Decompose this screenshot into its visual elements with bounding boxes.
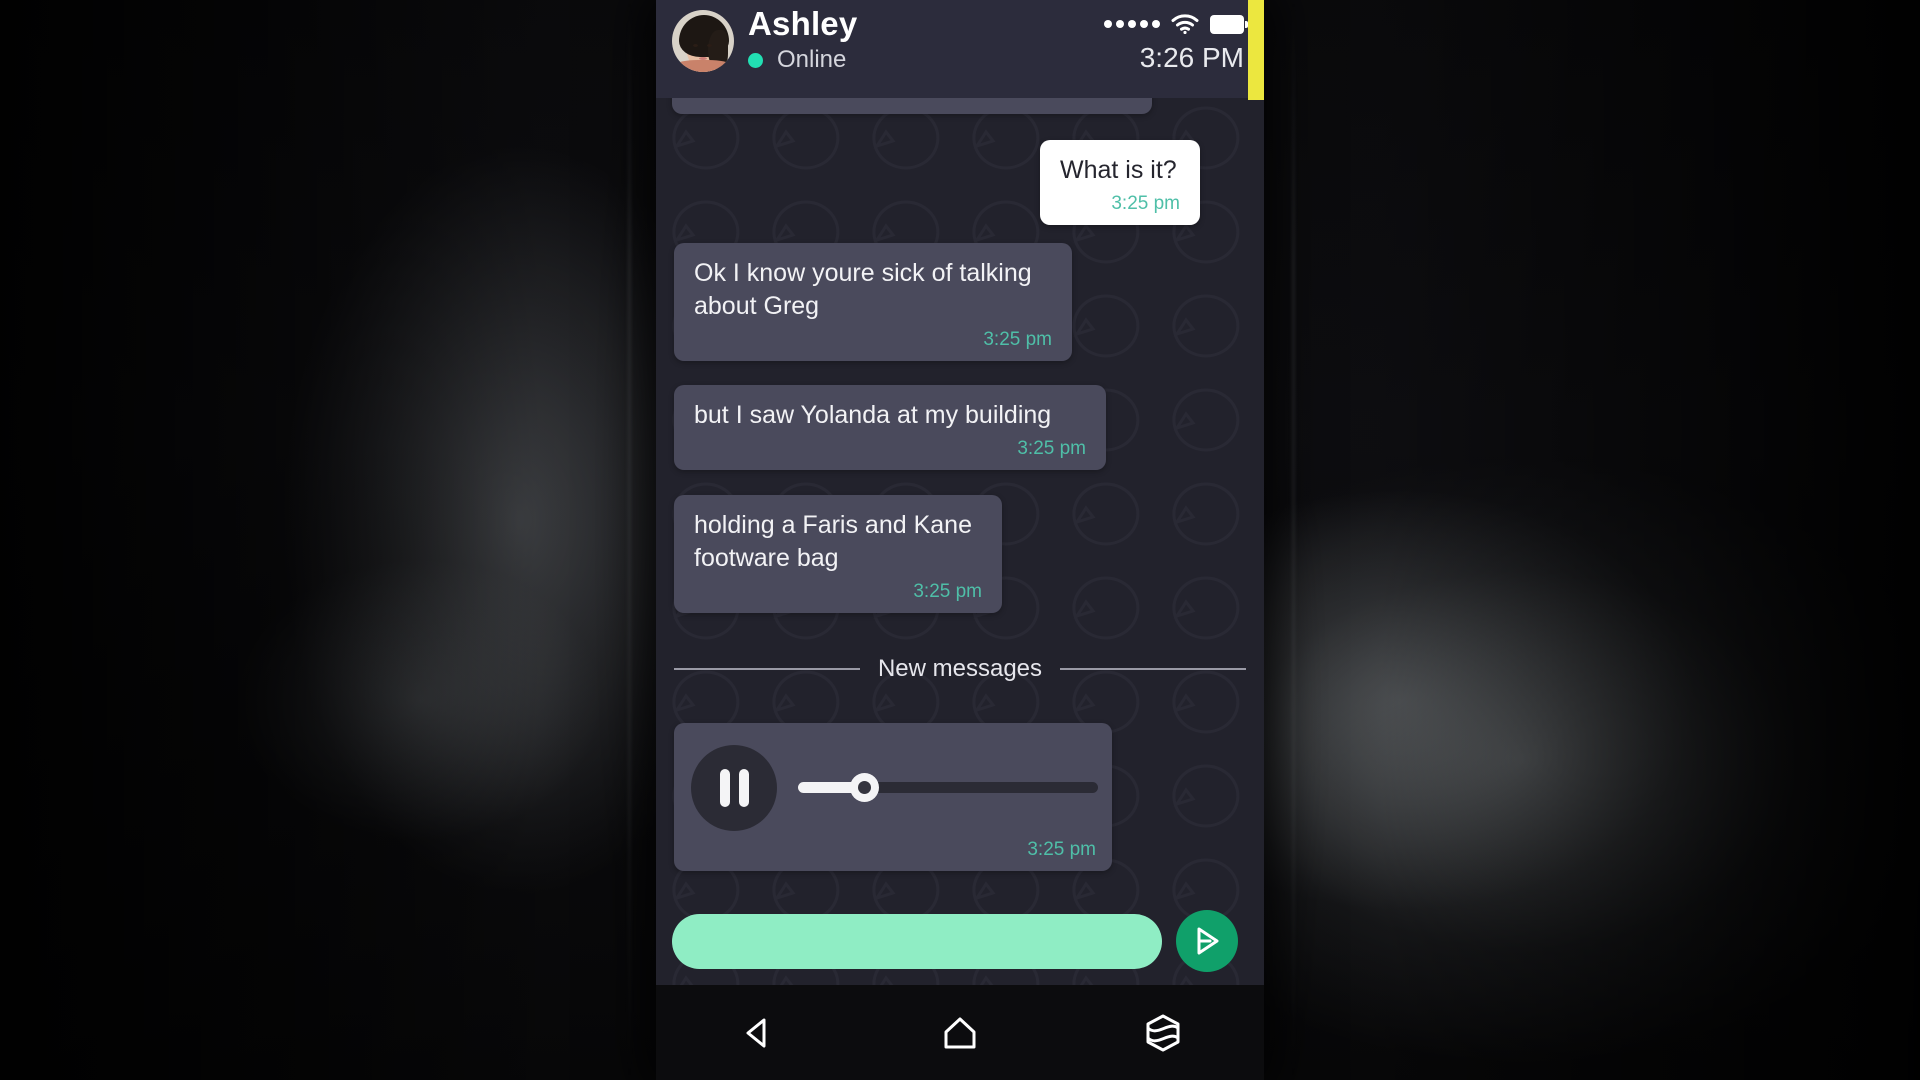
android-navigation-bar	[656, 985, 1264, 1080]
pause-icon[interactable]	[691, 745, 777, 831]
home-icon	[944, 1017, 976, 1048]
message-text: Ok I know youre sick of talking about Gr…	[694, 259, 1039, 320]
presence-label: Online	[777, 46, 847, 73]
send-icon	[1197, 927, 1219, 955]
avatar[interactable]	[672, 10, 734, 72]
message-input[interactable]	[672, 913, 1162, 969]
status-icons	[1104, 14, 1248, 34]
wallpaper-edge-light-right	[1292, 0, 1295, 1080]
status-clock: 3:26 PM	[1139, 42, 1244, 73]
recents-button[interactable]	[1118, 1000, 1208, 1066]
back-button[interactable]	[712, 1000, 802, 1066]
edge-strip	[1248, 0, 1264, 100]
presence-row: Online	[748, 46, 857, 74]
new-messages-divider: New messages	[674, 655, 1246, 683]
message-text: What is it?	[1060, 156, 1177, 184]
header-text-block: Ashley Online	[748, 4, 857, 74]
message-text: but I saw Yolanda at my building	[694, 401, 1052, 429]
message-timestamp: 3:25 pm	[1027, 839, 1096, 860]
message-composer	[656, 897, 1264, 985]
audio-seek-slider[interactable]	[798, 773, 1098, 802]
voice-message-bubble[interactable]: 3:25 pm	[674, 723, 1112, 871]
wallpaper-edge-light-left	[628, 0, 631, 1080]
wifi-icon	[1171, 14, 1199, 34]
signal-dots-icon	[1104, 20, 1160, 28]
message-text: holding a Faris and Kane footware bag	[694, 511, 979, 572]
divider-label: New messages	[877, 655, 1043, 682]
avatar-eye-left	[693, 44, 698, 47]
message-timestamp: 3:25 pm	[983, 329, 1052, 350]
recents-icon	[1146, 1014, 1180, 1051]
back-triangle-icon	[746, 1018, 766, 1047]
divider-rule-right	[1060, 668, 1246, 670]
status-bar: 3:26 PM	[1104, 14, 1248, 74]
avatar-shirt	[676, 60, 730, 72]
audio-seek-handle[interactable]	[850, 773, 879, 802]
message-bubble-incoming[interactable]: holding a Faris and Kane footware bag 3:…	[674, 495, 1002, 613]
message-list[interactable]: 3:25 pm What is it? 3:25 pm Ok I know yo…	[656, 0, 1264, 985]
message-bubble-incoming[interactable]: but I saw Yolanda at my building 3:25 pm	[674, 385, 1106, 470]
phone-screen: 3:25 pm What is it? 3:25 pm Ok I know yo…	[656, 0, 1264, 1080]
battery-icon	[1210, 14, 1248, 34]
pause-bar-left	[719, 769, 730, 807]
divider-rule-left	[674, 668, 860, 670]
pause-bar-right	[738, 769, 749, 807]
message-timestamp: 3:25 pm	[1017, 438, 1086, 459]
message-timestamp: 3:25 pm	[1111, 193, 1180, 214]
home-button[interactable]	[915, 1000, 1005, 1066]
message-bubble-outgoing[interactable]: What is it? 3:25 pm	[1040, 140, 1200, 225]
send-button[interactable]	[1176, 910, 1238, 972]
message-bubble-incoming[interactable]: Ok I know youre sick of talking about Gr…	[674, 243, 1072, 361]
message-timestamp: 3:25 pm	[913, 581, 982, 602]
chat-header: Ashley Online 3:26 PM	[656, 0, 1264, 98]
online-status-dot	[748, 52, 763, 68]
contact-name: Ashley	[748, 5, 858, 42]
avatar-eye-right	[707, 44, 712, 47]
